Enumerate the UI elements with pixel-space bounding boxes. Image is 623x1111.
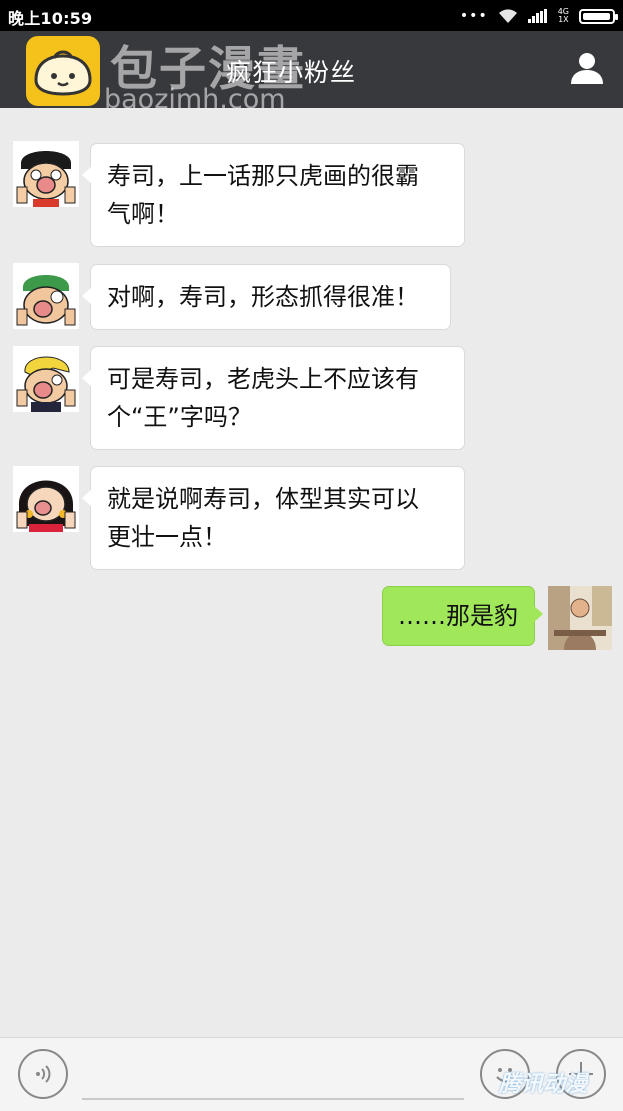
status-time: 晚上10:59	[8, 9, 93, 28]
voice-icon	[36, 1065, 51, 1083]
battery-level	[583, 12, 610, 20]
status-bar: 晚上10:59 ••• 4G 1X	[0, 0, 623, 31]
self-avatar[interactable]	[548, 586, 612, 650]
message-bubble[interactable]: 可是寿司，老虎头上不应该有 个“王”字吗？	[82, 347, 464, 449]
message-line: 就是说啊寿司，体型其实可以	[107, 485, 419, 513]
message-line: ……那是豹	[398, 602, 518, 630]
message-line: 个“王”字吗？	[107, 403, 252, 431]
signal-bars-icon	[527, 9, 547, 23]
status-icons: ••• 4G 1X	[459, 6, 618, 26]
network-type-bottom: 1X	[558, 15, 569, 24]
signal-dots-icon: •••	[459, 8, 488, 24]
watermark-url: baozimh.com	[104, 84, 286, 115]
battery-icon	[579, 8, 618, 24]
message-line: 更壮一点！	[107, 523, 227, 551]
corner-watermark: 腾讯动漫	[498, 1072, 587, 1097]
message-bubble-sent[interactable]: ……那是豹	[383, 587, 543, 645]
message-bubble[interactable]: 寿司，上一话那只虎画的很霸 气啊！	[82, 144, 464, 246]
message-line: 气啊！	[107, 200, 179, 228]
luffy-avatar[interactable]	[13, 141, 79, 207]
message-bubble[interactable]: 对啊，寿司，形态抓得很准！	[82, 265, 450, 329]
profile-icon[interactable]	[569, 50, 605, 86]
message-bubble[interactable]: 就是说啊寿司，体型其实可以 更壮一点！	[82, 467, 464, 569]
message-line: 寿司，上一话那只虎画的很霸	[107, 162, 419, 190]
wifi-icon	[498, 9, 517, 23]
voice-toggle-button[interactable]	[18, 1049, 68, 1099]
zoro-avatar[interactable]	[13, 263, 79, 329]
message-line: 对啊，寿司，形态抓得很准！	[107, 283, 419, 311]
message-input[interactable]	[82, 1098, 464, 1100]
watermark-logo	[26, 36, 100, 106]
sanji-avatar[interactable]	[13, 346, 79, 412]
hancock-avatar[interactable]	[13, 466, 79, 532]
message-line: 可是寿司，老虎头上不应该有	[107, 365, 419, 393]
input-bar: 腾讯动漫	[0, 1037, 623, 1111]
network-type: 4G 1X	[558, 8, 569, 24]
